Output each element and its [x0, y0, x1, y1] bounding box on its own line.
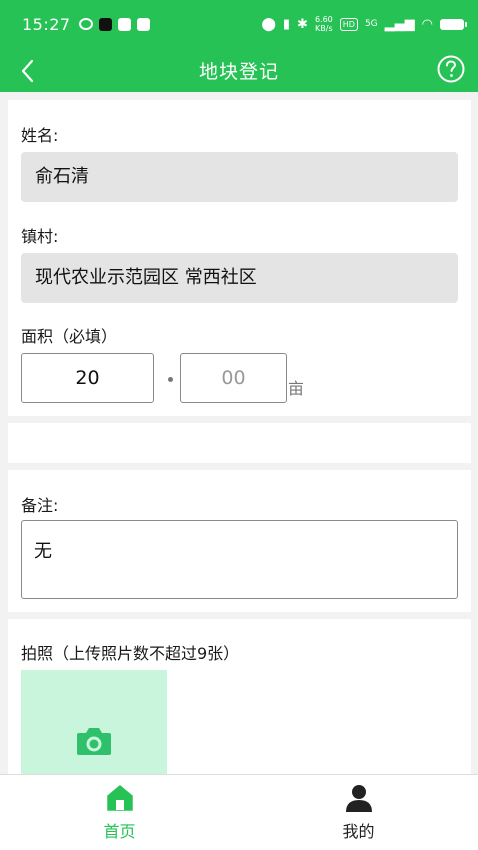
photo-card: 拍照（上传照片数不超过9张） — [8, 619, 471, 782]
notification-icons — [78, 17, 150, 31]
network-type: 5G — [364, 19, 378, 29]
name-label: 姓名: — [21, 126, 59, 145]
area-unit: 亩 — [288, 379, 305, 398]
nav-mine[interactable]: 我的 — [239, 775, 478, 850]
remark-textarea[interactable]: 无 — [21, 520, 458, 599]
decimal-point — [168, 377, 173, 382]
area-integer-input[interactable]: 20 — [21, 353, 154, 403]
remark-label: 备注: — [21, 496, 59, 515]
remark-card: 备注: 无 — [8, 470, 471, 612]
app-header: 地块登记 — [0, 48, 478, 92]
basic-info-card: 姓名: 俞石清 镇村: 现代农业示范园区 常西社区 面积（必填） 20 00 亩 — [8, 100, 471, 416]
hd-badge: HD — [339, 17, 358, 31]
tiktok-icon — [98, 17, 112, 31]
nav-mine-label: 我的 — [342, 822, 375, 841]
village-field: 现代农业示范园区 常西社区 — [21, 253, 458, 303]
status-time: 15:27 — [22, 14, 71, 34]
location-icon: ⬤ — [261, 16, 276, 32]
app-notification-icon — [117, 17, 131, 31]
status-bar: 15:27 ⬤ ▮ ✱ 6.60 KB/s HD 5G ▂▄▆ ◠ — [0, 0, 478, 48]
photo-label: 拍照（上传照片数不超过9张） — [21, 644, 240, 663]
wifi-icon: ◠ — [421, 16, 433, 32]
user-icon — [346, 785, 372, 812]
area-label: 面积（必填） — [21, 327, 118, 346]
nav-home[interactable]: 首页 — [0, 775, 239, 850]
network-speed-unit: KB/s — [315, 24, 333, 33]
system-icons: ⬤ ▮ ✱ 6.60 KB/s HD 5G ▂▄▆ ◠ — [261, 15, 467, 33]
network-speed: 6.60 KB/s — [315, 15, 333, 33]
village-label: 镇村: — [21, 227, 59, 246]
camera-icon — [77, 728, 111, 755]
bottom-nav: 首页 我的 — [0, 774, 478, 850]
help-icon — [437, 55, 465, 83]
nav-home-label: 首页 — [103, 822, 136, 841]
help-button[interactable] — [436, 54, 466, 84]
battery-icon — [440, 18, 467, 30]
area-decimal-input[interactable]: 00 — [180, 353, 287, 403]
vibrate-icon: ▮ — [282, 16, 291, 32]
blank-card — [8, 423, 471, 463]
bluetooth-icon: ✱ — [297, 16, 308, 32]
network-speed-value: 6.60 — [314, 15, 333, 24]
signal-icon: ▂▄▆ — [384, 16, 415, 32]
jd-app-icon — [136, 17, 150, 31]
home-icon — [107, 785, 133, 811]
name-field: 俞石清 — [21, 152, 458, 202]
sync-icon — [78, 18, 93, 30]
add-photo-button[interactable] — [21, 670, 167, 782]
page-title: 地块登记 — [198, 61, 279, 83]
